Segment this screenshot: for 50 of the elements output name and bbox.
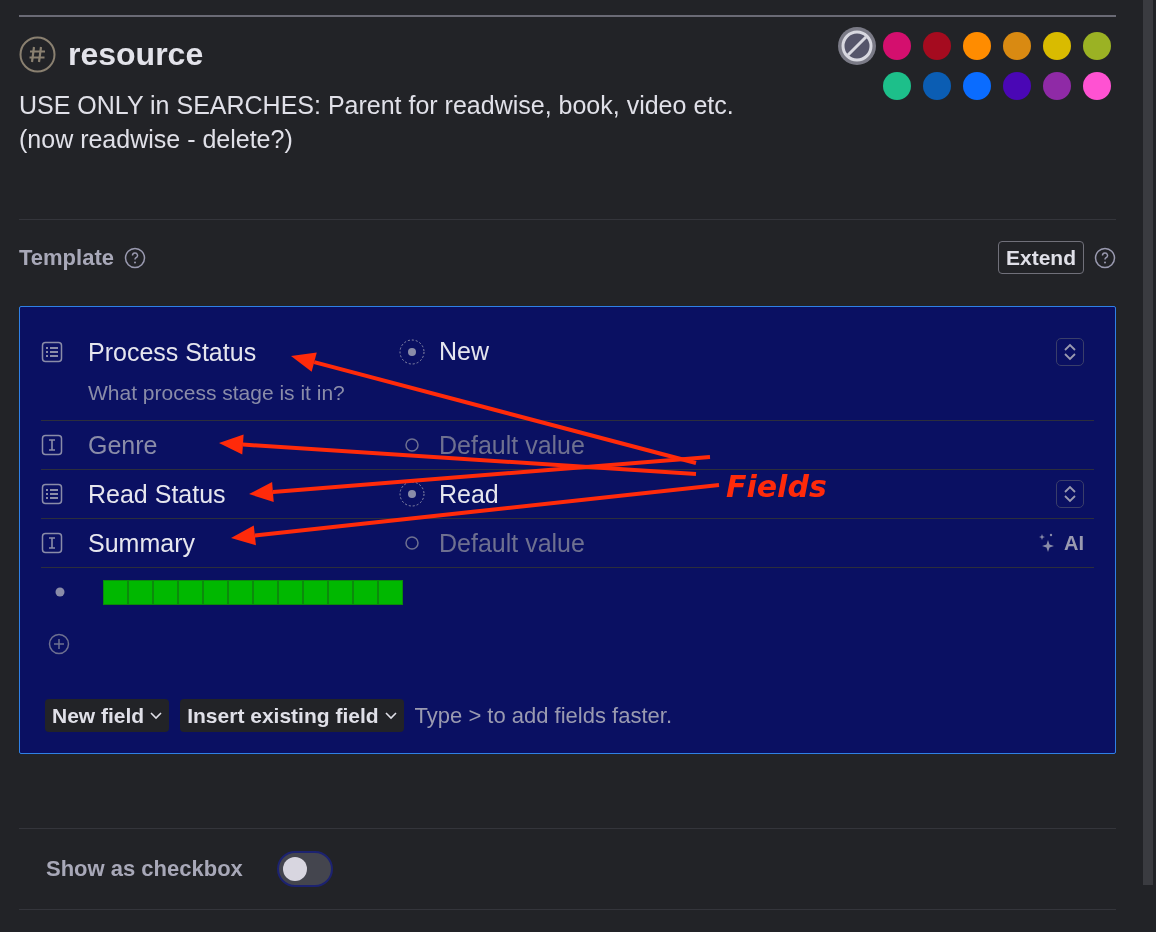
list-icon	[41, 340, 63, 363]
help-icon[interactable]	[123, 246, 146, 269]
dropdown-button[interactable]: New field	[45, 699, 170, 732]
show-as-checkbox-label: Show as checkbox	[46, 856, 243, 882]
list-icon	[41, 483, 63, 505]
extend-button[interactable]: Extend	[998, 241, 1084, 274]
scrollbar[interactable]	[1143, 0, 1153, 885]
text-cursor-icon	[41, 532, 63, 554]
field-name[interactable]: Read Status	[88, 482, 399, 506]
color-swatch[interactable]	[883, 72, 911, 100]
add-icon[interactable]	[48, 633, 70, 655]
chevron-up-down-icon	[1063, 485, 1077, 503]
text-cursor-icon	[41, 434, 63, 456]
dropdown-button[interactable]: Insert existing field	[180, 699, 404, 732]
color-swatch[interactable]	[1043, 72, 1071, 100]
color-swatch[interactable]	[923, 32, 951, 60]
chevron-up-down-icon	[1063, 342, 1077, 361]
bullet-icon	[55, 587, 65, 597]
template-label: Template	[19, 244, 114, 271]
color-swatch[interactable]	[883, 32, 911, 60]
color-swatch[interactable]	[1003, 32, 1031, 60]
field-name[interactable]: Process Status	[88, 339, 399, 364]
stepper-button[interactable]	[1056, 480, 1084, 508]
color-swatch[interactable]	[963, 32, 991, 60]
field-value[interactable]: New	[439, 337, 489, 366]
no-color-icon[interactable]	[837, 26, 877, 66]
hint-text: Type > to add fields faster.	[414, 702, 672, 729]
help-icon[interactable]	[1094, 246, 1116, 269]
tag-description: (now readwise - delete?)	[19, 124, 294, 155]
color-swatch[interactable]	[963, 72, 991, 100]
color-swatch[interactable]	[1083, 32, 1111, 60]
field-name[interactable]: Summary	[88, 531, 399, 555]
color-swatch[interactable]	[923, 72, 951, 100]
caret-icon	[384, 711, 397, 720]
stepper-button[interactable]	[1056, 337, 1084, 366]
hash-icon	[19, 35, 56, 73]
color-swatch[interactable]	[1043, 32, 1071, 60]
color-swatch[interactable]	[1083, 72, 1111, 100]
caret-icon	[150, 711, 163, 720]
toggle-switch[interactable]	[276, 851, 333, 887]
ai-button[interactable]: AI	[1038, 531, 1084, 555]
tag-title: resource	[68, 35, 204, 73]
field-description: What process stage is it in?	[88, 381, 346, 405]
radio-icon	[399, 338, 425, 365]
color-swatch[interactable]	[1003, 72, 1031, 100]
tag-description: USE ONLY in SEARCHES: Parent for readwise, book, video etc.	[19, 90, 734, 121]
annotation-label: Fields	[726, 469, 827, 504]
radio-icon	[399, 481, 425, 507]
field-value[interactable]: Read	[439, 479, 499, 509]
sparkle-icon	[1038, 532, 1056, 554]
